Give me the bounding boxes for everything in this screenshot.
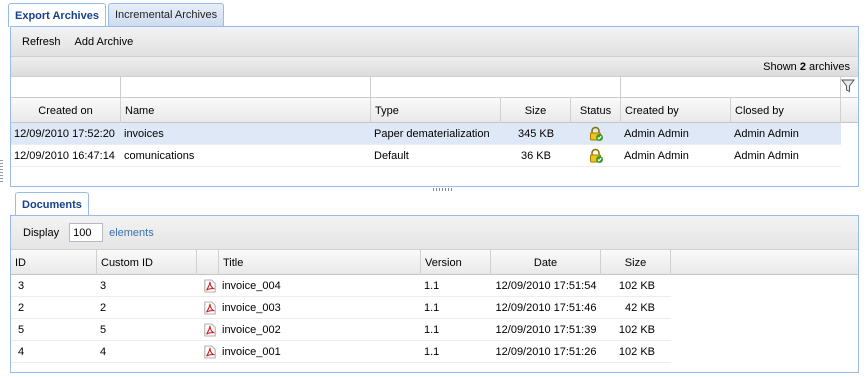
cell-title: invoice_004 — [222, 280, 281, 292]
lock-ok-icon — [590, 148, 603, 163]
cell-id: 3 — [18, 280, 25, 292]
lock-ok-icon — [590, 126, 603, 141]
cell-icon — [201, 341, 219, 363]
col-type[interactable]: Type — [371, 98, 501, 123]
cell-title: invoice_002 — [222, 324, 281, 336]
cell-size: 345 KB — [517, 128, 555, 140]
filter-created-by[interactable] — [621, 77, 841, 98]
documents-panel: Display 100 elements ID Custom ID Title … — [10, 215, 859, 373]
filter-name[interactable] — [121, 77, 371, 98]
col-name[interactable]: Name — [121, 98, 371, 123]
filter-created-on[interactable] — [11, 77, 121, 98]
cell-date: 12/09/2010 17:51:46 — [495, 302, 597, 314]
left-resize-handle[interactable] — [0, 160, 3, 184]
tab-export-archives[interactable]: Export Archives — [8, 3, 106, 27]
archive-tabbar: Export Archives Incremental Archives — [8, 3, 226, 27]
col-size[interactable]: Size — [501, 98, 571, 123]
col-id[interactable]: ID — [11, 250, 97, 275]
cell-closed-by: Admin Admin — [734, 150, 799, 162]
count-suffix: archives — [805, 60, 850, 73]
table-row[interactable]: 2 2 invoice_003 1.1 12/09/2010 17:51:46 … — [11, 297, 671, 319]
elements-link[interactable]: elements — [109, 227, 154, 239]
cell-version: 1.1 — [424, 346, 440, 358]
cell-doc-size: 42 KB — [625, 302, 655, 314]
pdf-icon — [204, 301, 216, 315]
cell-name: comunications — [124, 150, 195, 162]
pdf-icon — [204, 279, 216, 293]
splitter-grip[interactable] — [433, 188, 453, 191]
table-row[interactable]: 5 5 invoice_002 1.1 12/09/2010 17:51:39 … — [11, 319, 671, 341]
cell-icon — [201, 319, 219, 341]
documents-body: 3 3 invoice_004 1.1 12/09/2010 17:51:54 … — [11, 275, 671, 363]
cell-type: Paper dematerialization — [374, 128, 490, 140]
archives-body: 12/09/2010 17:52:20 invoices Paper demat… — [11, 123, 841, 167]
display-bar: Display 100 elements — [11, 216, 858, 250]
col-created-on[interactable]: Created on — [11, 98, 121, 123]
cell-custom-id: 3 — [100, 280, 107, 292]
refresh-button[interactable]: Refresh — [15, 36, 68, 48]
pdf-icon — [204, 345, 216, 359]
table-row[interactable]: 12/09/2010 17:52:20 invoices Paper demat… — [11, 123, 841, 145]
cell-name: invoices — [124, 128, 164, 140]
archives-toolbar: Refresh Add Archive — [11, 27, 858, 57]
cell-doc-size: 102 KB — [618, 346, 655, 358]
table-row[interactable]: 3 3 invoice_004 1.1 12/09/2010 17:51:54 … — [11, 275, 671, 297]
cell-doc-size: 102 KB — [618, 324, 655, 336]
archives-header: Created on Name Type Size Status Created… — [11, 98, 858, 123]
cell-icon — [201, 275, 219, 297]
panel-splitter[interactable] — [10, 187, 859, 193]
col-date[interactable]: Date — [491, 250, 601, 275]
cell-created-on: 12/09/2010 16:47:14 — [14, 150, 115, 162]
cell-title: invoice_001 — [222, 346, 281, 358]
cell-created-by: Admin Admin — [624, 150, 689, 162]
col-version[interactable]: Version — [421, 250, 491, 275]
col-closed-by[interactable]: Closed by — [731, 98, 841, 123]
filter-icon[interactable] — [841, 79, 855, 93]
cell-id: 4 — [18, 346, 25, 358]
pdf-icon — [204, 323, 216, 337]
count-prefix: Shown — [763, 60, 800, 73]
cell-custom-id: 2 — [100, 302, 107, 314]
cell-version: 1.1 — [424, 302, 440, 314]
display-label: Display — [23, 226, 60, 239]
cell-closed-by: Admin Admin — [734, 128, 799, 140]
cell-size: 36 KB — [521, 150, 551, 162]
filter-row — [11, 77, 858, 98]
archives-panel: Refresh Add Archive Shown 2 archives Cre… — [10, 26, 859, 187]
filter-type[interactable] — [371, 77, 621, 98]
cell-custom-id: 5 — [100, 324, 107, 336]
col-status[interactable]: Status — [571, 98, 621, 123]
tab-incremental-archives[interactable]: Incremental Archives — [107, 3, 225, 26]
documents-header: ID Custom ID Title Version Date Size — [11, 250, 858, 275]
add-archive-button[interactable]: Add Archive — [68, 36, 141, 48]
table-row[interactable]: 4 4 invoice_001 1.1 12/09/2010 17:51:26 … — [11, 341, 671, 363]
cell-status — [571, 145, 621, 167]
display-count-input[interactable]: 100 — [69, 223, 104, 242]
cell-created-by: Admin Admin — [624, 128, 689, 140]
col-doc-size[interactable]: Size — [601, 250, 671, 275]
col-created-by[interactable]: Created by — [621, 98, 731, 123]
cell-date: 12/09/2010 17:51:26 — [495, 346, 597, 358]
cell-id: 2 — [18, 302, 25, 314]
cell-created-on: 12/09/2010 17:52:20 — [14, 128, 115, 140]
cell-custom-id: 4 — [100, 346, 107, 358]
cell-id: 5 — [18, 324, 25, 336]
cell-type: Default — [374, 150, 409, 162]
archives-count-bar: Shown 2 archives — [11, 57, 858, 77]
col-icon[interactable] — [197, 250, 219, 275]
cell-title: invoice_003 — [222, 302, 281, 314]
table-row[interactable]: 12/09/2010 16:47:14 comunications Defaul… — [11, 145, 841, 167]
cell-icon — [201, 297, 219, 319]
cell-status — [571, 123, 621, 145]
tab-documents[interactable]: Documents — [15, 192, 89, 216]
cell-date: 12/09/2010 17:51:39 — [495, 324, 597, 336]
cell-date: 12/09/2010 17:51:54 — [495, 280, 597, 292]
cell-version: 1.1 — [424, 324, 440, 336]
col-title[interactable]: Title — [219, 250, 421, 275]
col-custom-id[interactable]: Custom ID — [97, 250, 197, 275]
cell-doc-size: 102 KB — [618, 280, 655, 292]
documents-tabbar: Documents — [15, 192, 91, 216]
cell-version: 1.1 — [424, 280, 440, 292]
